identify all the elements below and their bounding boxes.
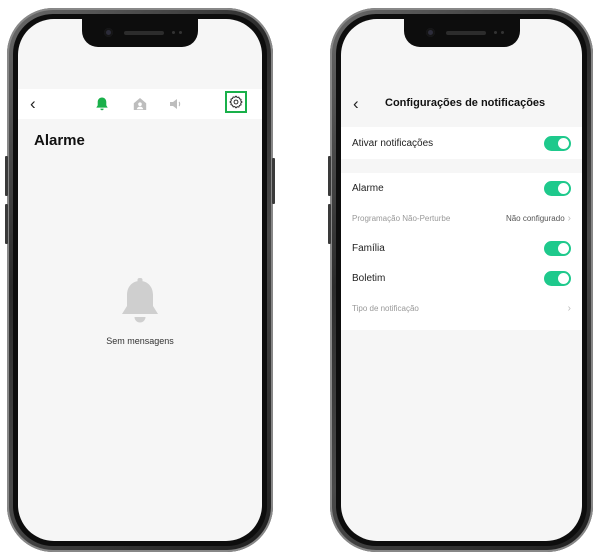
earpiece <box>445 31 486 35</box>
row-label: Ativar notificações <box>352 137 434 149</box>
left-screen: ‹ Alarme Sem mensagens <box>18 19 262 541</box>
alarm-toggle[interactable] <box>544 180 571 196</box>
bulletin-toggle[interactable] <box>544 270 571 286</box>
speaker-icon[interactable] <box>168 96 184 112</box>
bulletin-row[interactable]: Boletim <box>352 263 571 293</box>
row-label: Família <box>352 242 385 254</box>
camera <box>104 28 113 37</box>
settings-button[interactable] <box>225 91 247 113</box>
gear-icon <box>229 95 243 109</box>
page-title: Alarme <box>34 132 85 149</box>
chevron-right-icon: › <box>567 302 571 314</box>
chevron-left-icon[interactable]: ‹ <box>30 94 36 114</box>
empty-state-text: Sem mensagens <box>106 336 174 346</box>
categories-section: Alarme Programação Não-Perturbe Não conf… <box>341 173 582 330</box>
home-person-icon[interactable] <box>132 96 148 112</box>
dnd-schedule-row[interactable]: Programação Não-Perturbe Não configurado… <box>352 203 571 233</box>
enable-section: Ativar notificações <box>341 127 582 159</box>
notch <box>403 19 520 47</box>
left-phone-frame: ‹ Alarme Sem mensagens <box>5 8 275 552</box>
sensor-dot <box>172 31 175 34</box>
dnd-value: Não configurado › <box>506 213 571 224</box>
side-button <box>328 156 331 196</box>
side-button <box>328 204 331 244</box>
family-toggle[interactable] <box>544 240 571 256</box>
left-navbar: ‹ <box>18 89 262 119</box>
bell-icon[interactable] <box>94 96 110 112</box>
enable-notifications-row[interactable]: Ativar notificações <box>352 127 571 159</box>
page-title: Configurações de notificações <box>385 97 546 109</box>
earpiece <box>124 31 164 35</box>
bell-icon <box>122 278 158 323</box>
alarm-row[interactable]: Alarme <box>352 173 571 203</box>
chevron-right-icon: › <box>567 212 571 224</box>
family-row[interactable]: Família <box>352 233 571 263</box>
phone-bezel: ‹ Alarme Sem mensagens <box>13 14 267 546</box>
side-button <box>272 158 275 204</box>
row-label: Programação Não-Perturbe <box>352 213 451 223</box>
side-button <box>5 156 8 196</box>
right-screen: ‹ Configurações de notificações Ativar n… <box>341 19 582 541</box>
notch <box>82 19 198 47</box>
camera <box>425 28 435 37</box>
row-label: Tipo de notificação <box>352 303 419 313</box>
dnd-value-text: Não configurado <box>505 213 565 223</box>
phone-bezel: ‹ Configurações de notificações Ativar n… <box>336 14 587 546</box>
chevron-left-icon[interactable]: ‹ <box>353 94 359 114</box>
row-label: Alarme <box>352 182 384 194</box>
enable-notifications-toggle[interactable] <box>544 135 571 151</box>
settings-header: ‹ Configurações de notificações <box>341 89 582 119</box>
sensor-dot <box>179 31 182 34</box>
sensor-dot <box>500 31 504 34</box>
right-phone-frame: ‹ Configurações de notificações Ativar n… <box>328 8 593 552</box>
notification-type-row[interactable]: Tipo de notificação › <box>352 293 571 323</box>
side-button <box>5 204 8 244</box>
sensor-dot <box>493 31 497 34</box>
row-label: Boletim <box>352 272 386 284</box>
